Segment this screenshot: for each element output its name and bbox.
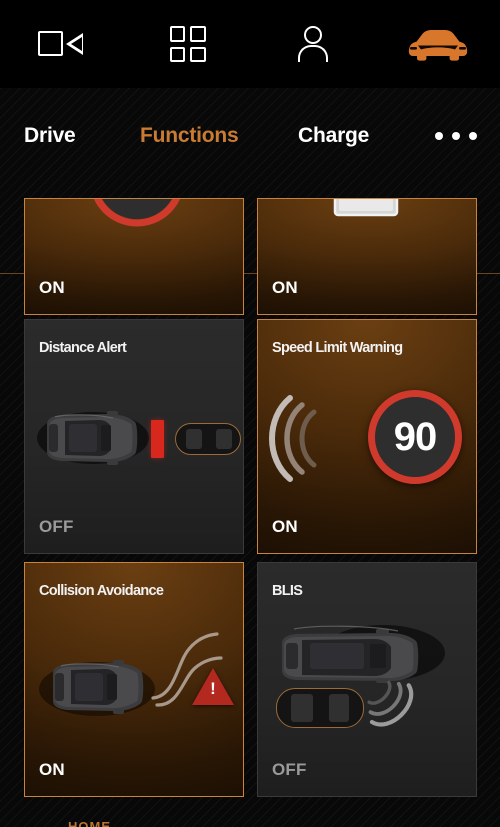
- speed-sign-icon: 90: [368, 390, 462, 484]
- tab-bar: Drive Functions Charge: [0, 88, 500, 274]
- camera-button[interactable]: [0, 29, 125, 59]
- tab-charge[interactable]: Charge: [298, 124, 369, 148]
- tab-drive[interactable]: Drive: [24, 124, 76, 148]
- function-card-collision-avoidance[interactable]: Collision Avoidance ! ON: [24, 562, 244, 797]
- top-icon-bar: [0, 0, 500, 88]
- warning-triangle-icon: [192, 668, 234, 705]
- function-card-distance-alert[interactable]: Distance Alert OFF: [24, 319, 244, 554]
- app-root: Drive Functions Charge ON ON Distance Al…: [0, 0, 500, 827]
- home-label[interactable]: HOME: [68, 820, 111, 827]
- grid-icon: [169, 26, 206, 62]
- more-options-button[interactable]: [435, 132, 477, 140]
- function-card-speed-limit-warning[interactable]: Speed Limit Warning 90 ON: [257, 319, 477, 554]
- card-state: OFF: [39, 517, 74, 536]
- card-title: Distance Alert: [39, 340, 127, 356]
- vehicle-button[interactable]: [375, 26, 500, 62]
- card-title: BLIS: [272, 583, 303, 599]
- speed-limit-value: 90: [393, 415, 437, 459]
- card-title: Speed Limit Warning: [272, 340, 403, 356]
- function-card-grid[interactable]: ON ON Distance Alert OFF Speed Limit War…: [0, 186, 500, 827]
- function-card-blis[interactable]: BLIS OFF: [257, 562, 477, 797]
- dot-icon: [435, 132, 443, 140]
- function-card[interactable]: ON: [257, 198, 477, 315]
- distance-bar-indicator: [151, 420, 164, 458]
- adjacent-vehicle-outline: [276, 688, 364, 728]
- apps-button[interactable]: [125, 26, 250, 62]
- card-state: ON: [39, 760, 65, 779]
- camera-icon: [37, 29, 88, 59]
- dot-icon: [452, 132, 460, 140]
- card-state: ON: [272, 278, 298, 297]
- tab-functions[interactable]: Functions: [140, 124, 239, 148]
- lead-vehicle-outline: [175, 423, 241, 455]
- card-state: ON: [39, 278, 65, 297]
- user-icon: [296, 26, 330, 62]
- card-state: OFF: [272, 760, 307, 779]
- card-state: ON: [272, 517, 298, 536]
- card-title: Collision Avoidance: [39, 583, 164, 599]
- profile-button[interactable]: [250, 26, 375, 62]
- function-card[interactable]: ON: [24, 198, 244, 315]
- dot-icon: [469, 132, 477, 140]
- car-icon: [408, 30, 467, 61]
